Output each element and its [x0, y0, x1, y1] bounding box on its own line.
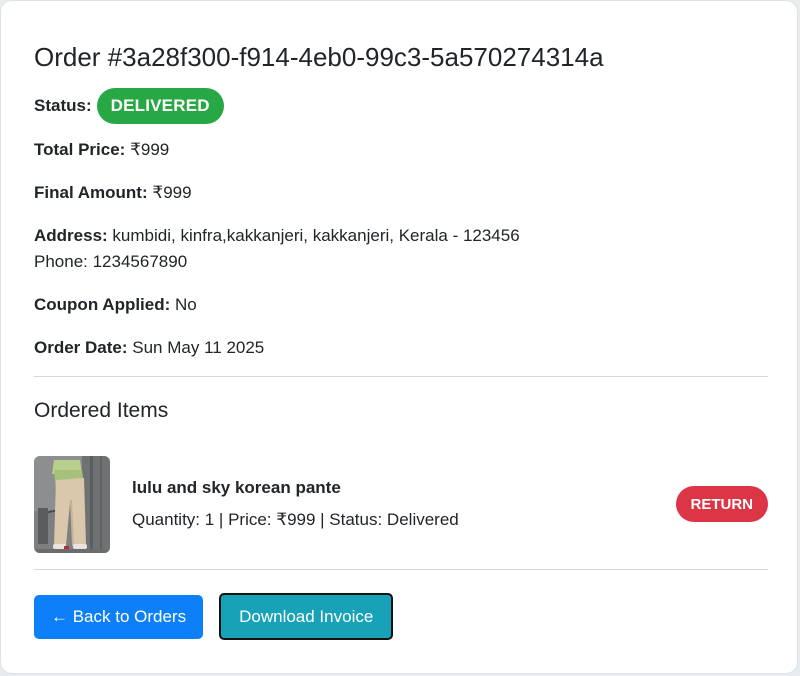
- item-info: lulu and sky korean pante Quantity: 1 | …: [132, 476, 459, 532]
- total-price-label: Total Price:: [34, 140, 126, 159]
- address-label: Address:: [34, 226, 108, 245]
- final-amount-label: Final Amount:: [34, 183, 148, 202]
- ordered-items-heading: Ordered Items: [34, 399, 169, 422]
- address-value: kumbidi, kinfra,kakkanjeri, kakkanjeri, …: [112, 226, 520, 245]
- order-detail-card: Order #3a28f300-f914-4eb0-99c3-5a5702743…: [0, 0, 798, 674]
- order-title: Order #3a28f300-f914-4eb0-99c3-5a5702743…: [34, 42, 604, 72]
- final-amount-value: ₹999: [152, 183, 192, 202]
- coupon-value: No: [175, 295, 197, 314]
- status-label: Status:: [34, 96, 92, 115]
- action-bar: ← Back to Orders Download Invoice: [34, 593, 768, 640]
- total-price-row: Total Price: ₹999: [34, 137, 768, 163]
- list-item: lulu and sky korean pante Quantity: 1 | …: [34, 455, 768, 553]
- address-row: Address: kumbidi, kinfra,kakkanjeri, kak…: [34, 223, 768, 275]
- download-invoice-button[interactable]: Download Invoice: [219, 593, 394, 640]
- final-amount-row: Final Amount: ₹999: [34, 180, 768, 206]
- item-name: lulu and sky korean pante: [132, 478, 341, 497]
- coupon-row: Coupon Applied: No: [34, 292, 768, 318]
- order-date-value: Sun May 11 2025: [132, 338, 265, 357]
- back-to-orders-button[interactable]: ← Back to Orders: [34, 594, 204, 639]
- coupon-label: Coupon Applied:: [34, 295, 171, 314]
- item-meta: Quantity: 1 | Price: ₹999 | Status: Deli…: [132, 510, 459, 529]
- phone-text: Phone: 1234567890: [34, 252, 188, 271]
- return-button[interactable]: RETURN: [675, 486, 768, 522]
- order-date-label: Order Date:: [34, 338, 128, 357]
- order-detail-content: Order #3a28f300-f914-4eb0-99c3-5a5702743…: [34, 39, 768, 640]
- status-row: Status: DELIVERED: [34, 87, 768, 125]
- order-date-row: Order Date: Sun May 11 2025: [34, 335, 768, 361]
- total-price-value: ₹999: [130, 140, 170, 159]
- product-image: [34, 455, 110, 553]
- items-divider: [34, 569, 768, 570]
- status-badge: DELIVERED: [96, 88, 224, 124]
- product-photo-icon: [34, 455, 110, 553]
- section-divider: [34, 376, 768, 377]
